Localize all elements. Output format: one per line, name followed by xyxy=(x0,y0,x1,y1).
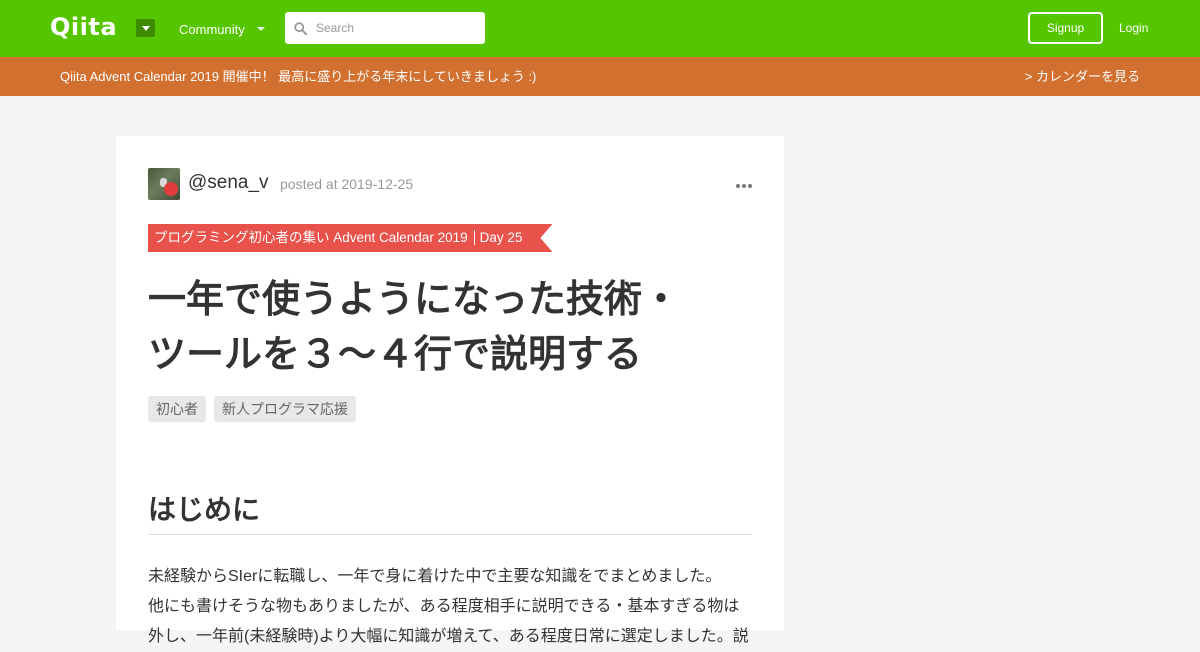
chevron-down-icon xyxy=(256,27,265,31)
posted-date: posted at 2019-12-25 xyxy=(280,176,414,192)
dot-icon xyxy=(736,184,740,188)
top-navbar: Qiita Community Signup Login xyxy=(0,0,1200,57)
section-heading: はじめに xyxy=(148,490,752,535)
tag-new-programmer[interactable]: 新人プログラマ応援 xyxy=(214,396,356,422)
avatar-figure-accent xyxy=(164,182,178,196)
title-line-1: 一年で使うようになった技術・ xyxy=(148,277,681,321)
chevron-down-icon xyxy=(141,25,150,31)
more-options-button[interactable] xyxy=(736,182,752,190)
community-menu[interactable]: Community xyxy=(179,20,265,38)
tag-list: 初心者 新人プログラマ応援 xyxy=(148,396,356,422)
author-username[interactable]: @sena_v xyxy=(188,172,269,194)
advent-calendar-ribbon[interactable]: プログラミング初心者の集い Advent Calendar 2019 Day 25 xyxy=(148,224,552,252)
community-label: Community xyxy=(179,21,245,37)
dot-icon xyxy=(748,184,752,188)
signup-button[interactable]: Signup xyxy=(1028,12,1103,44)
paragraph-line: 未経験からSIerに転職し、一年で身に着けた中で主要な知識をでまとめました。 xyxy=(148,568,722,585)
banner-message[interactable]: Qiita Advent Calendar 2019 開催中！ 最高に盛り上がる… xyxy=(60,68,536,86)
advent-calendar-name: プログラミング初心者の集い Advent Calendar 2019 xyxy=(154,230,468,245)
view-calendar-link[interactable]: > カレンダーを見る xyxy=(1025,68,1140,86)
paragraph-line: 他にも書けそうな物もありましたが、ある程度相手に説明できる・基本すぎる物は xyxy=(148,598,740,615)
advent-day: Day 25 xyxy=(474,230,523,245)
avatar[interactable] xyxy=(148,168,180,200)
title-line-2: ツールを３〜４行で説明する xyxy=(148,332,643,376)
search-box[interactable] xyxy=(285,12,485,44)
logo-menu-button[interactable] xyxy=(136,19,155,37)
paragraph-line: 外し、一年前(未経験時)より大幅に知識が増えて、ある程度日常に選定しました。説 xyxy=(148,628,749,645)
article-title: 一年で使うようになった技術・ ツールを３〜４行で説明する xyxy=(148,272,752,382)
search-icon xyxy=(294,21,307,35)
search-input[interactable] xyxy=(316,21,476,35)
article-card: @sena_v posted at 2019-12-25 プログラミング初心者の… xyxy=(116,136,784,645)
tag-beginner[interactable]: 初心者 xyxy=(148,396,206,422)
login-link[interactable]: Login xyxy=(1119,19,1148,37)
qiita-logo[interactable]: Qiita xyxy=(50,13,117,41)
article-body: 未経験からSIerに転職し、一年で身に着けた中で主要な知識をでまとめました。 他… xyxy=(148,562,752,652)
advent-banner: Qiita Advent Calendar 2019 開催中！ 最高に盛り上がる… xyxy=(0,57,1200,96)
dot-icon xyxy=(742,184,746,188)
